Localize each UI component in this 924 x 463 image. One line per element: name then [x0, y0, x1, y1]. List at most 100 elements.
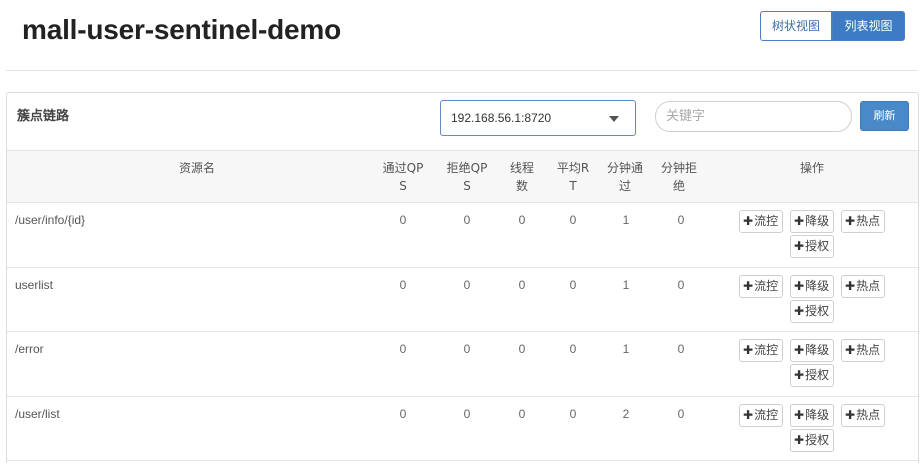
block-qps-value: 0 — [463, 277, 471, 292]
header-actions: 操作 — [799, 161, 824, 175]
minute-block-value: 0 — [677, 342, 685, 356]
header-divider — [6, 70, 918, 71]
pass-qps-value: 0 — [399, 342, 407, 356]
plus-icon: ✚ — [794, 278, 805, 293]
threads-value: 0 — [518, 406, 526, 421]
hot-label: 热点 — [856, 407, 881, 422]
keyword-search-input[interactable] — [655, 101, 852, 132]
add-flow-rule-button[interactable]: ✚流控 — [739, 339, 784, 362]
panel-header: 簇点链路 192.168.56.1:8720 刷新 — [7, 93, 918, 151]
resource-name: /user/list — [15, 406, 60, 421]
add-degrade-rule-button[interactable]: ✚降级 — [790, 274, 835, 298]
minute-pass-value: 1 — [622, 342, 630, 356]
plus-icon: ✚ — [743, 278, 754, 293]
plus-icon: ✚ — [743, 214, 754, 228]
plus-icon: ✚ — [845, 214, 856, 228]
block-qps-value: 0 — [463, 342, 471, 356]
minute-block-value: 0 — [677, 406, 685, 421]
machine-select[interactable]: 192.168.56.1:8720 — [440, 100, 636, 136]
tree-view-button[interactable]: 树状视图 — [760, 11, 832, 41]
flow-label: 流控 — [754, 407, 779, 422]
pass-qps-value: 0 — [399, 277, 407, 292]
auth-label: 授权 — [805, 368, 830, 382]
avg-rt-value: 0 — [569, 277, 577, 292]
auth-label: 授权 — [805, 432, 830, 447]
add-auth-rule-button[interactable]: ✚授权 — [790, 299, 835, 323]
add-auth-rule-button[interactable]: ✚授权 — [790, 235, 835, 258]
add-flow-rule-button[interactable]: ✚流控 — [739, 403, 784, 427]
pass-qps-value: 0 — [399, 213, 407, 227]
header-minute-pass: 分钟通过 — [606, 161, 643, 193]
add-degrade-rule-button[interactable]: ✚降级 — [790, 403, 835, 427]
resource-name: /user/info/{id} — [15, 213, 86, 227]
plus-icon: ✚ — [743, 343, 754, 357]
app-title: mall-user-sentinel-demo — [22, 14, 342, 45]
caret-down-icon — [609, 116, 619, 122]
plus-icon: ✚ — [794, 239, 805, 253]
threads-value: 0 — [518, 342, 526, 356]
minute-block-value: 0 — [677, 277, 685, 292]
add-flow-rule-button[interactable]: ✚流控 — [739, 210, 784, 233]
hot-label: 热点 — [856, 214, 881, 228]
degrade-label: 降级 — [805, 343, 830, 357]
table-row: /user/info/{id} 0 0 0 0 1 0 ✚流控 ✚降级 ✚热点 … — [7, 203, 918, 268]
add-hot-param-rule-button[interactable]: ✚热点 — [841, 403, 886, 427]
threads-value: 0 — [518, 277, 526, 292]
avg-rt-value: 0 — [569, 213, 577, 227]
add-auth-rule-button[interactable]: ✚授权 — [790, 428, 835, 452]
flow-label: 流控 — [754, 343, 779, 357]
plus-icon: ✚ — [845, 407, 856, 422]
plus-icon: ✚ — [794, 407, 805, 422]
list-view-button[interactable]: 列表视图 — [832, 11, 905, 41]
degrade-label: 降级 — [805, 407, 830, 422]
plus-icon: ✚ — [794, 303, 805, 318]
refresh-button[interactable]: 刷新 — [860, 101, 909, 131]
add-hot-param-rule-button[interactable]: ✚热点 — [841, 210, 886, 233]
cluster-link-panel: 簇点链路 192.168.56.1:8720 刷新 资源名 通过QPS 拒绝QP… — [6, 92, 919, 463]
table-row: /error 0 0 0 0 1 0 ✚流控 ✚降级 ✚热点 ✚授权 — [7, 332, 918, 397]
minute-pass-value: 1 — [622, 213, 630, 227]
threads-value: 0 — [518, 213, 526, 227]
table-row: /user/list 0 0 0 0 2 0 ✚流控 ✚降级 ✚热点 ✚授权 — [7, 396, 918, 461]
flow-label: 流控 — [754, 278, 779, 293]
auth-label: 授权 — [805, 303, 830, 318]
avg-rt-value: 0 — [569, 406, 577, 421]
add-flow-rule-button[interactable]: ✚流控 — [739, 274, 784, 298]
header-resource: 资源名 — [178, 161, 215, 175]
minute-pass-value: 2 — [622, 406, 630, 421]
minute-pass-value: 1 — [622, 277, 630, 292]
add-hot-param-rule-button[interactable]: ✚热点 — [841, 339, 886, 362]
block-qps-value: 0 — [463, 213, 471, 227]
table-row: userlist 0 0 0 0 1 0 ✚流控 ✚降级 ✚热点 ✚授权 — [7, 267, 918, 332]
view-toggle: 树状视图 列表视图 — [760, 11, 905, 41]
table-header: 资源名 通过QPS 拒绝QPS 线程数 平均RT 分钟通过 分钟拒绝 操作 — [7, 151, 918, 203]
degrade-label: 降级 — [805, 214, 830, 228]
plus-icon: ✚ — [794, 214, 805, 228]
hot-label: 热点 — [856, 343, 881, 357]
degrade-label: 降级 — [805, 278, 830, 293]
resource-name: userlist — [15, 277, 54, 292]
auth-label: 授权 — [805, 239, 830, 253]
panel-title: 簇点链路 — [17, 109, 70, 124]
plus-icon: ✚ — [794, 343, 805, 357]
pass-qps-value: 0 — [399, 406, 407, 421]
flow-label: 流控 — [754, 214, 779, 228]
hot-label: 热点 — [856, 278, 881, 293]
header-block-qps: 拒绝QPS — [446, 161, 488, 193]
add-degrade-rule-button[interactable]: ✚降级 — [790, 339, 835, 362]
avg-rt-value: 0 — [569, 342, 577, 356]
plus-icon: ✚ — [743, 407, 754, 422]
plus-icon: ✚ — [845, 343, 856, 357]
add-auth-rule-button[interactable]: ✚授权 — [790, 364, 835, 387]
block-qps-value: 0 — [463, 406, 471, 421]
plus-icon: ✚ — [794, 368, 805, 382]
add-hot-param-rule-button[interactable]: ✚热点 — [841, 274, 886, 298]
plus-icon: ✚ — [845, 278, 856, 293]
header-avg-rt: 平均RT — [556, 161, 590, 193]
plus-icon: ✚ — [794, 432, 805, 447]
minute-block-value: 0 — [677, 213, 685, 227]
header-pass-qps: 通过QPS — [382, 161, 424, 193]
resource-name: /error — [15, 342, 44, 356]
add-degrade-rule-button[interactable]: ✚降级 — [790, 210, 835, 233]
header-minute-block: 分钟拒绝 — [660, 161, 697, 193]
